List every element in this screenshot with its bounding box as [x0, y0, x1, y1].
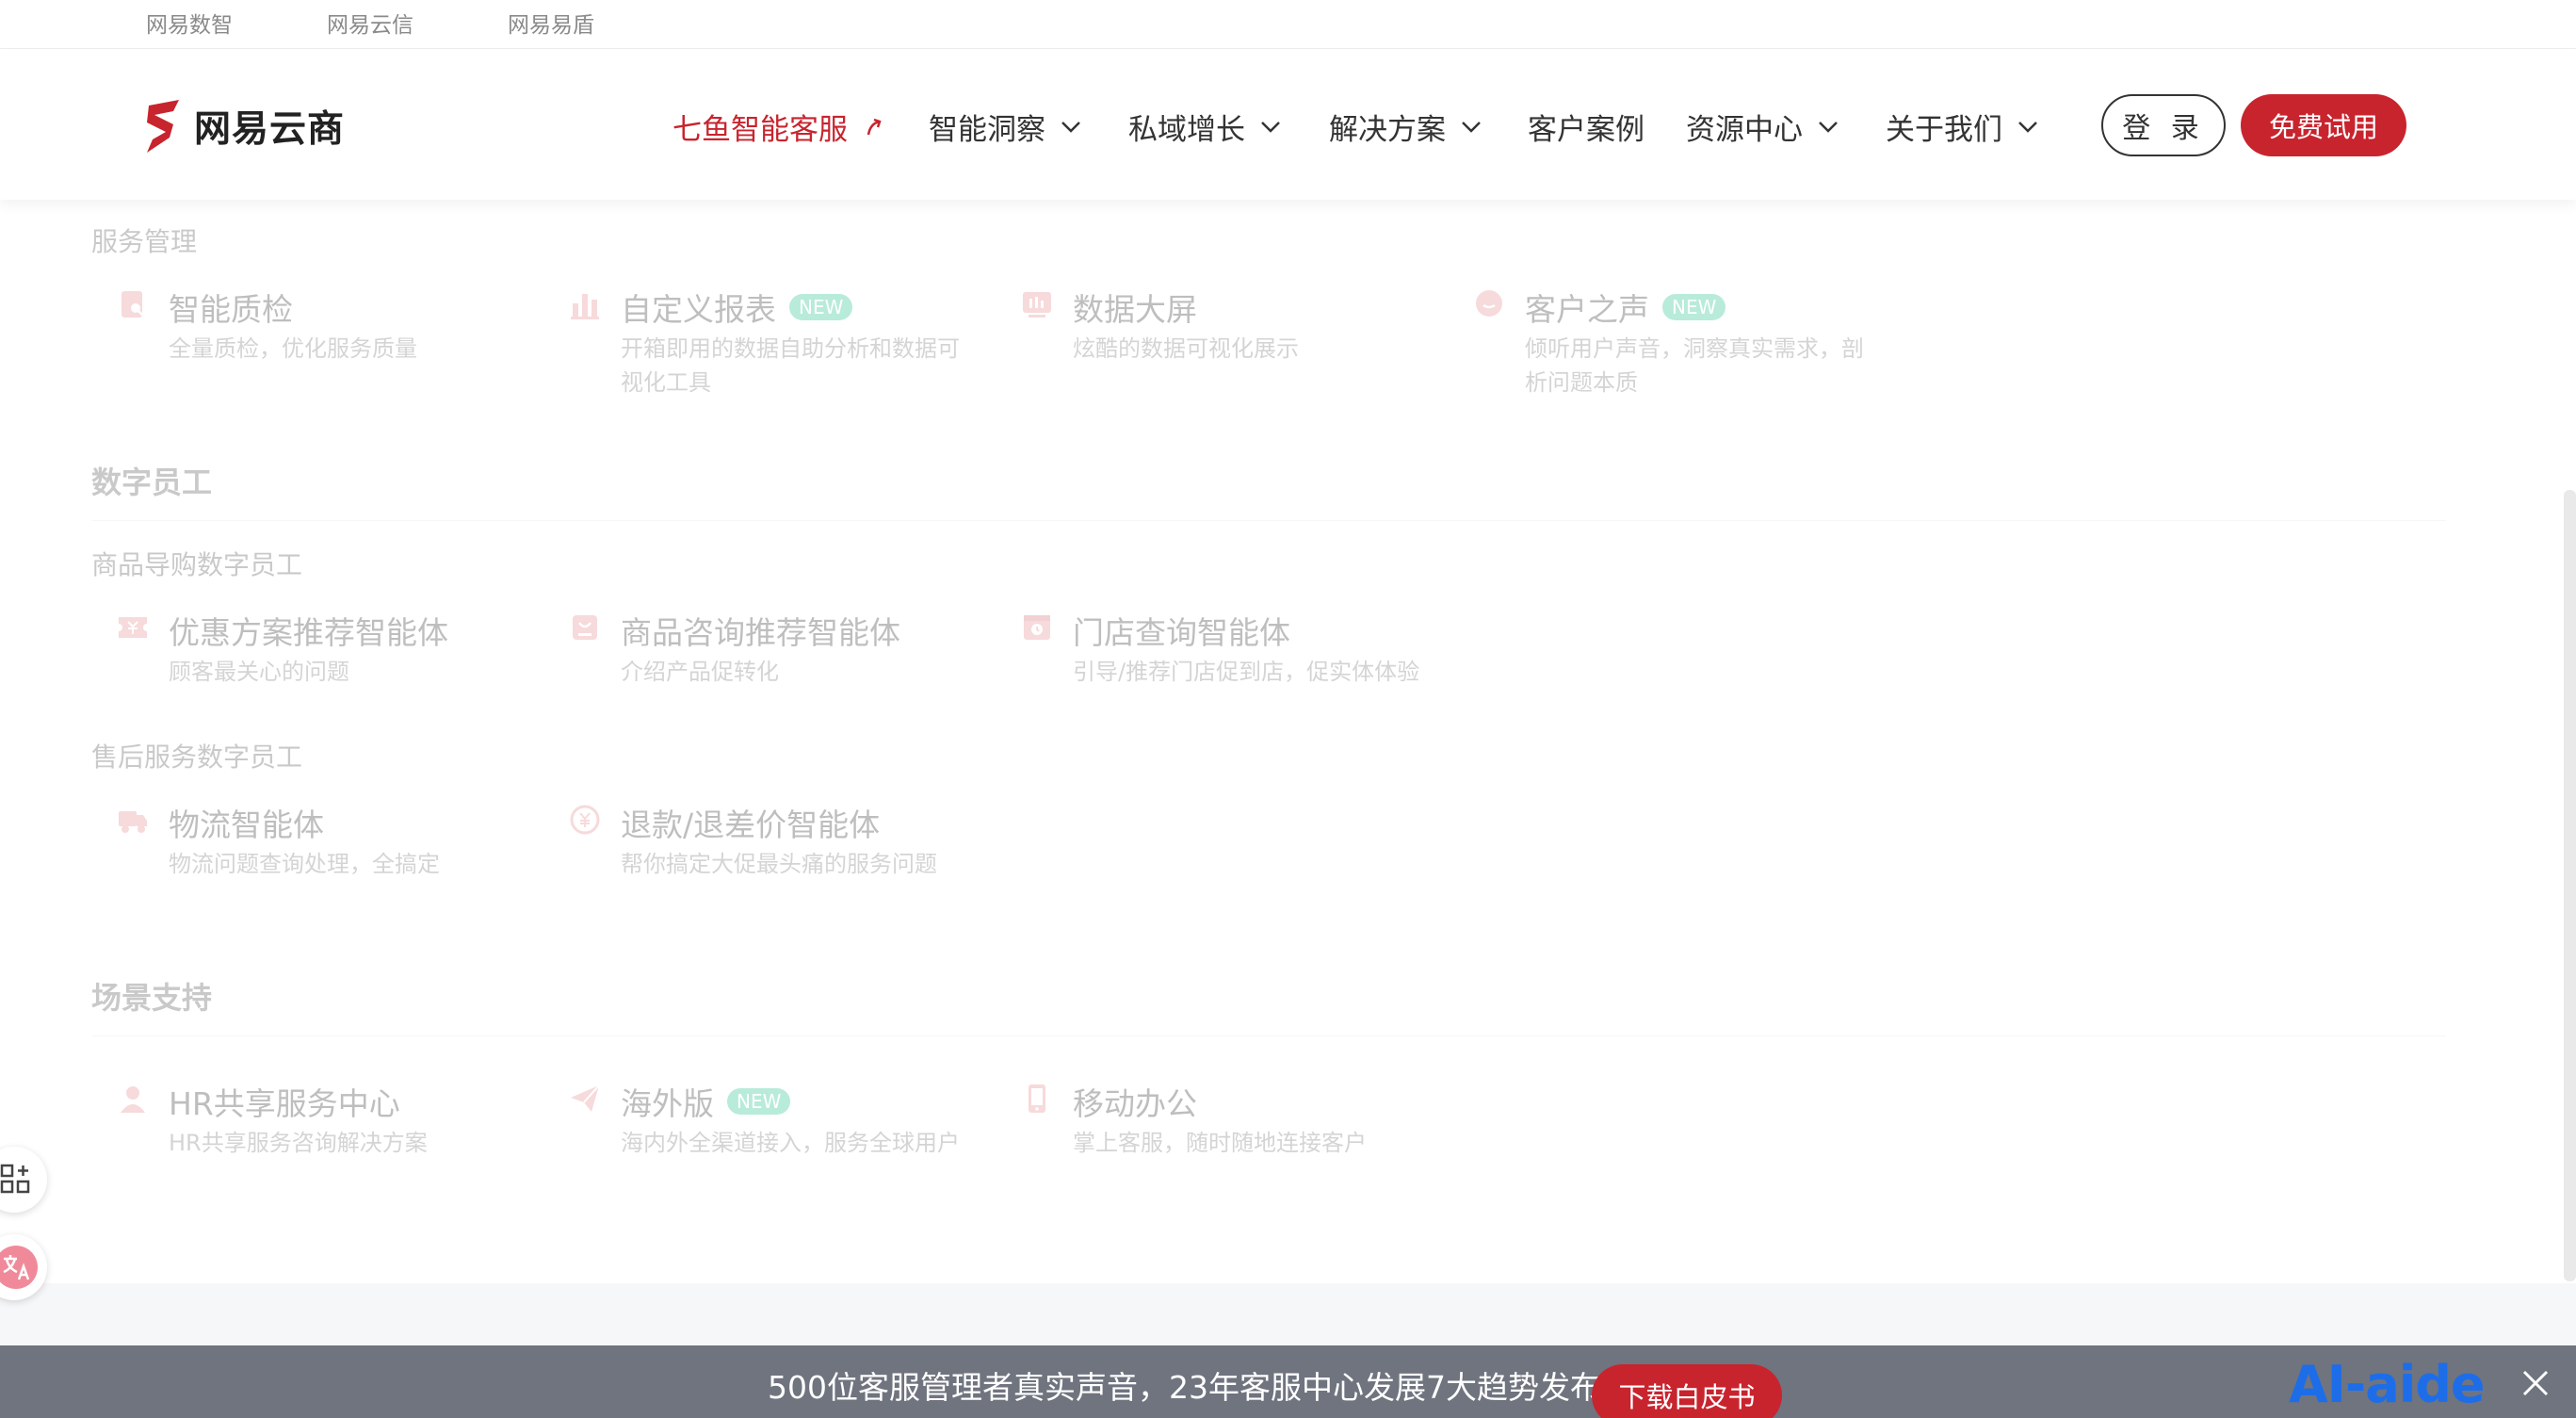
- grid-plus-icon: [0, 1164, 30, 1194]
- menu-item-desc: HR共享服务咨询解决方案: [169, 1130, 428, 1156]
- subheading-service-management: 服务管理: [91, 226, 198, 257]
- chevron-down-icon: [1061, 122, 1080, 133]
- subheading-shopping-guide: 商品导购数字员工: [91, 549, 303, 580]
- menu-item-desc: 开箱即用的数据自助分析和数据可 视化工具: [621, 335, 960, 396]
- bar-chart-icon: [571, 294, 599, 319]
- section-title-scenario: 场景支持: [91, 980, 213, 1016]
- free-trial-button[interactable]: 免费试用: [2241, 94, 2406, 156]
- chevron-down-icon: [1819, 122, 1838, 133]
- main-header: 网易云商 七鱼智能客服 智能洞察 私域增长 解决方案 客户案例 资源中心 关于我…: [0, 49, 2576, 200]
- nav-item-label: 七鱼智能客服: [672, 112, 848, 147]
- translate-icon: [0, 1246, 38, 1289]
- menu-item-store-agent[interactable]: 门店查询智能体 引导/推荐门店促到店，促实体体验: [1021, 608, 1492, 702]
- nav-item-label: 私域增长: [1128, 112, 1245, 147]
- nav-item-about[interactable]: 关于我们: [1886, 104, 2040, 149]
- menu-item-data-screen[interactable]: 数据大屏 炫酷的数据可视化展示: [1021, 285, 1417, 388]
- nav-item-solutions[interactable]: 解决方案: [1329, 104, 1483, 149]
- top-link-yidun[interactable]: 网易易盾: [508, 7, 594, 39]
- top-link-bar: 网易数智 网易云信 网易易盾: [0, 0, 2576, 49]
- paper-plane-icon: [571, 1084, 600, 1112]
- nav-item-label: 关于我们: [1886, 112, 2002, 147]
- nav-item-resources[interactable]: 资源中心: [1686, 104, 1840, 149]
- menu-item-title: 客户之声: [1525, 291, 1649, 328]
- menu-item-title: 优惠方案推荐智能体: [169, 614, 448, 651]
- menu-item-desc: 掌上客服，随时随地连接客户: [1073, 1130, 1367, 1156]
- banner-text: 500位客服管理者真实声音，23年客服中心发展7大趋势发布: [768, 1369, 1601, 1406]
- menu-item-desc: 介绍产品促转化: [621, 659, 779, 685]
- menu-item-desc: 引导/推荐门店促到店，促实体体验: [1073, 659, 1420, 685]
- menu-item-desc: 炫酷的数据可视化展示: [1073, 335, 1299, 362]
- store-icon: [1024, 615, 1050, 640]
- menu-item-refund-agent[interactable]: 退款/退差价智能体 帮你搞定大促最头痛的服务问题: [569, 800, 1021, 894]
- nav-item-label: 客户案例: [1528, 112, 1644, 147]
- menu-item-mobile-office[interactable]: 移动办公 掌上客服，随时随地连接客户: [1021, 1079, 1435, 1173]
- menu-item-title: 数据大屏: [1073, 291, 1197, 328]
- brand-logo-icon: [147, 100, 179, 153]
- nav-item-label: 资源中心: [1686, 112, 1803, 147]
- arrow-icon: [867, 118, 882, 136]
- shopping-bag-icon: [573, 615, 597, 640]
- page-scrollbar[interactable]: [2564, 490, 2576, 1281]
- menu-item-title: 商品咨询推荐智能体: [621, 614, 900, 651]
- product-menu-panel: 服务管理 智能质检 全量质检，优化服务质量 自定义报表 NEW 开箱即用的数据自助…: [0, 200, 2576, 1283]
- nav-item-label: 解决方案: [1329, 112, 1446, 147]
- menu-item-custom-report[interactable]: 自定义报表 NEW 开箱即用的数据自助分析和数据可 视化工具: [569, 285, 983, 398]
- section-divider: [91, 520, 2446, 521]
- brand-name: 网易云商: [194, 108, 346, 151]
- menu-item-desc: 帮你搞定大促最头痛的服务问题: [621, 851, 937, 877]
- chevron-down-icon: [1462, 122, 1481, 133]
- section-divider: [91, 1035, 2446, 1036]
- menu-item-title: 移动办公: [1073, 1085, 1197, 1122]
- login-button[interactable]: 登 录: [2101, 94, 2226, 156]
- top-link-yunxin[interactable]: 网易云信: [327, 7, 413, 39]
- menu-item-desc: 全量质检，优化服务质量: [169, 335, 417, 362]
- menu-item-customer-voice[interactable]: 客户之声 NEW 倾听用户声音，洞察真实需求，剖 析问题本质: [1473, 285, 1887, 398]
- menu-item-title: 物流智能体: [169, 807, 324, 843]
- brand-logo[interactable]: 网易云商: [141, 96, 345, 156]
- menu-item-title: 门店查询智能体: [1073, 614, 1290, 651]
- dashboard-icon: [1023, 292, 1051, 318]
- menu-item-title: 退款/退差价智能体: [621, 807, 881, 843]
- promo-banner: 500位客服管理者真实声音，23年客服中心发展7大趋势发布 下载白皮书 AI-a…: [0, 1345, 2576, 1418]
- menu-item-smart-inspection[interactable]: 智能质检 全量质检，优化服务质量: [117, 285, 512, 388]
- menu-item-promo-agent[interactable]: 优惠方案推荐智能体 顾客最关心的问题: [117, 608, 531, 702]
- truck-icon: [119, 811, 147, 833]
- coupon-icon: [119, 617, 147, 638]
- menu-item-product-agent[interactable]: 商品咨询推荐智能体 介绍产品促转化: [569, 608, 983, 702]
- menu-item-title: 智能质检: [169, 291, 293, 328]
- watermark-logo: AI-aide: [2289, 1355, 2486, 1414]
- menu-item-title: 海外版: [621, 1085, 714, 1122]
- chevron-down-icon: [1261, 122, 1280, 133]
- person-icon: [121, 1086, 145, 1113]
- download-whitepaper-button[interactable]: 下载白皮书: [1592, 1364, 1782, 1418]
- yuan-refund-icon: [570, 805, 600, 835]
- subheading-after-sales: 售后服务数字员工: [91, 742, 303, 773]
- menu-item-desc: 物流问题查询处理，全搞定: [169, 851, 440, 877]
- mobile-icon: [1029, 1084, 1045, 1113]
- inspection-icon: [122, 291, 144, 318]
- nav-item-cases[interactable]: 客户案例: [1528, 104, 1644, 149]
- menu-item-overseas[interactable]: 海外版 NEW 海内外全渠道接入，服务全球用户: [569, 1079, 983, 1173]
- menu-item-desc: 海内外全渠道接入，服务全球用户: [621, 1130, 960, 1156]
- chat-bubble-icon: [1476, 290, 1502, 317]
- menu-item-desc: 顾客最关心的问题: [169, 659, 349, 685]
- menu-item-title: 自定义报表: [621, 291, 776, 328]
- close-icon[interactable]: [2517, 1364, 2554, 1402]
- new-badge: NEW: [1662, 294, 1726, 320]
- menu-item-title: HR共享服务中心: [169, 1085, 400, 1122]
- new-badge: NEW: [727, 1088, 791, 1115]
- chevron-down-icon: [2018, 122, 2037, 133]
- nav-item-insight[interactable]: 智能洞察: [929, 104, 1083, 149]
- menu-item-hr-center[interactable]: HR共享服务中心 HR共享服务咨询解决方案: [117, 1079, 531, 1173]
- top-link-shuzhi[interactable]: 网易数智: [146, 7, 233, 39]
- nav-item-private-growth[interactable]: 私域增长: [1128, 104, 1283, 149]
- new-badge: NEW: [789, 294, 853, 320]
- menu-item-desc: 倾听用户声音，洞察真实需求，剖 析问题本质: [1525, 335, 1864, 396]
- nav-item-qiyu[interactable]: 七鱼智能客服: [672, 104, 885, 149]
- section-title-digital-staff: 数字员工: [91, 465, 213, 500]
- nav-item-label: 智能洞察: [929, 112, 1045, 147]
- menu-item-logistics-agent[interactable]: 物流智能体 物流问题查询处理，全搞定: [117, 800, 531, 894]
